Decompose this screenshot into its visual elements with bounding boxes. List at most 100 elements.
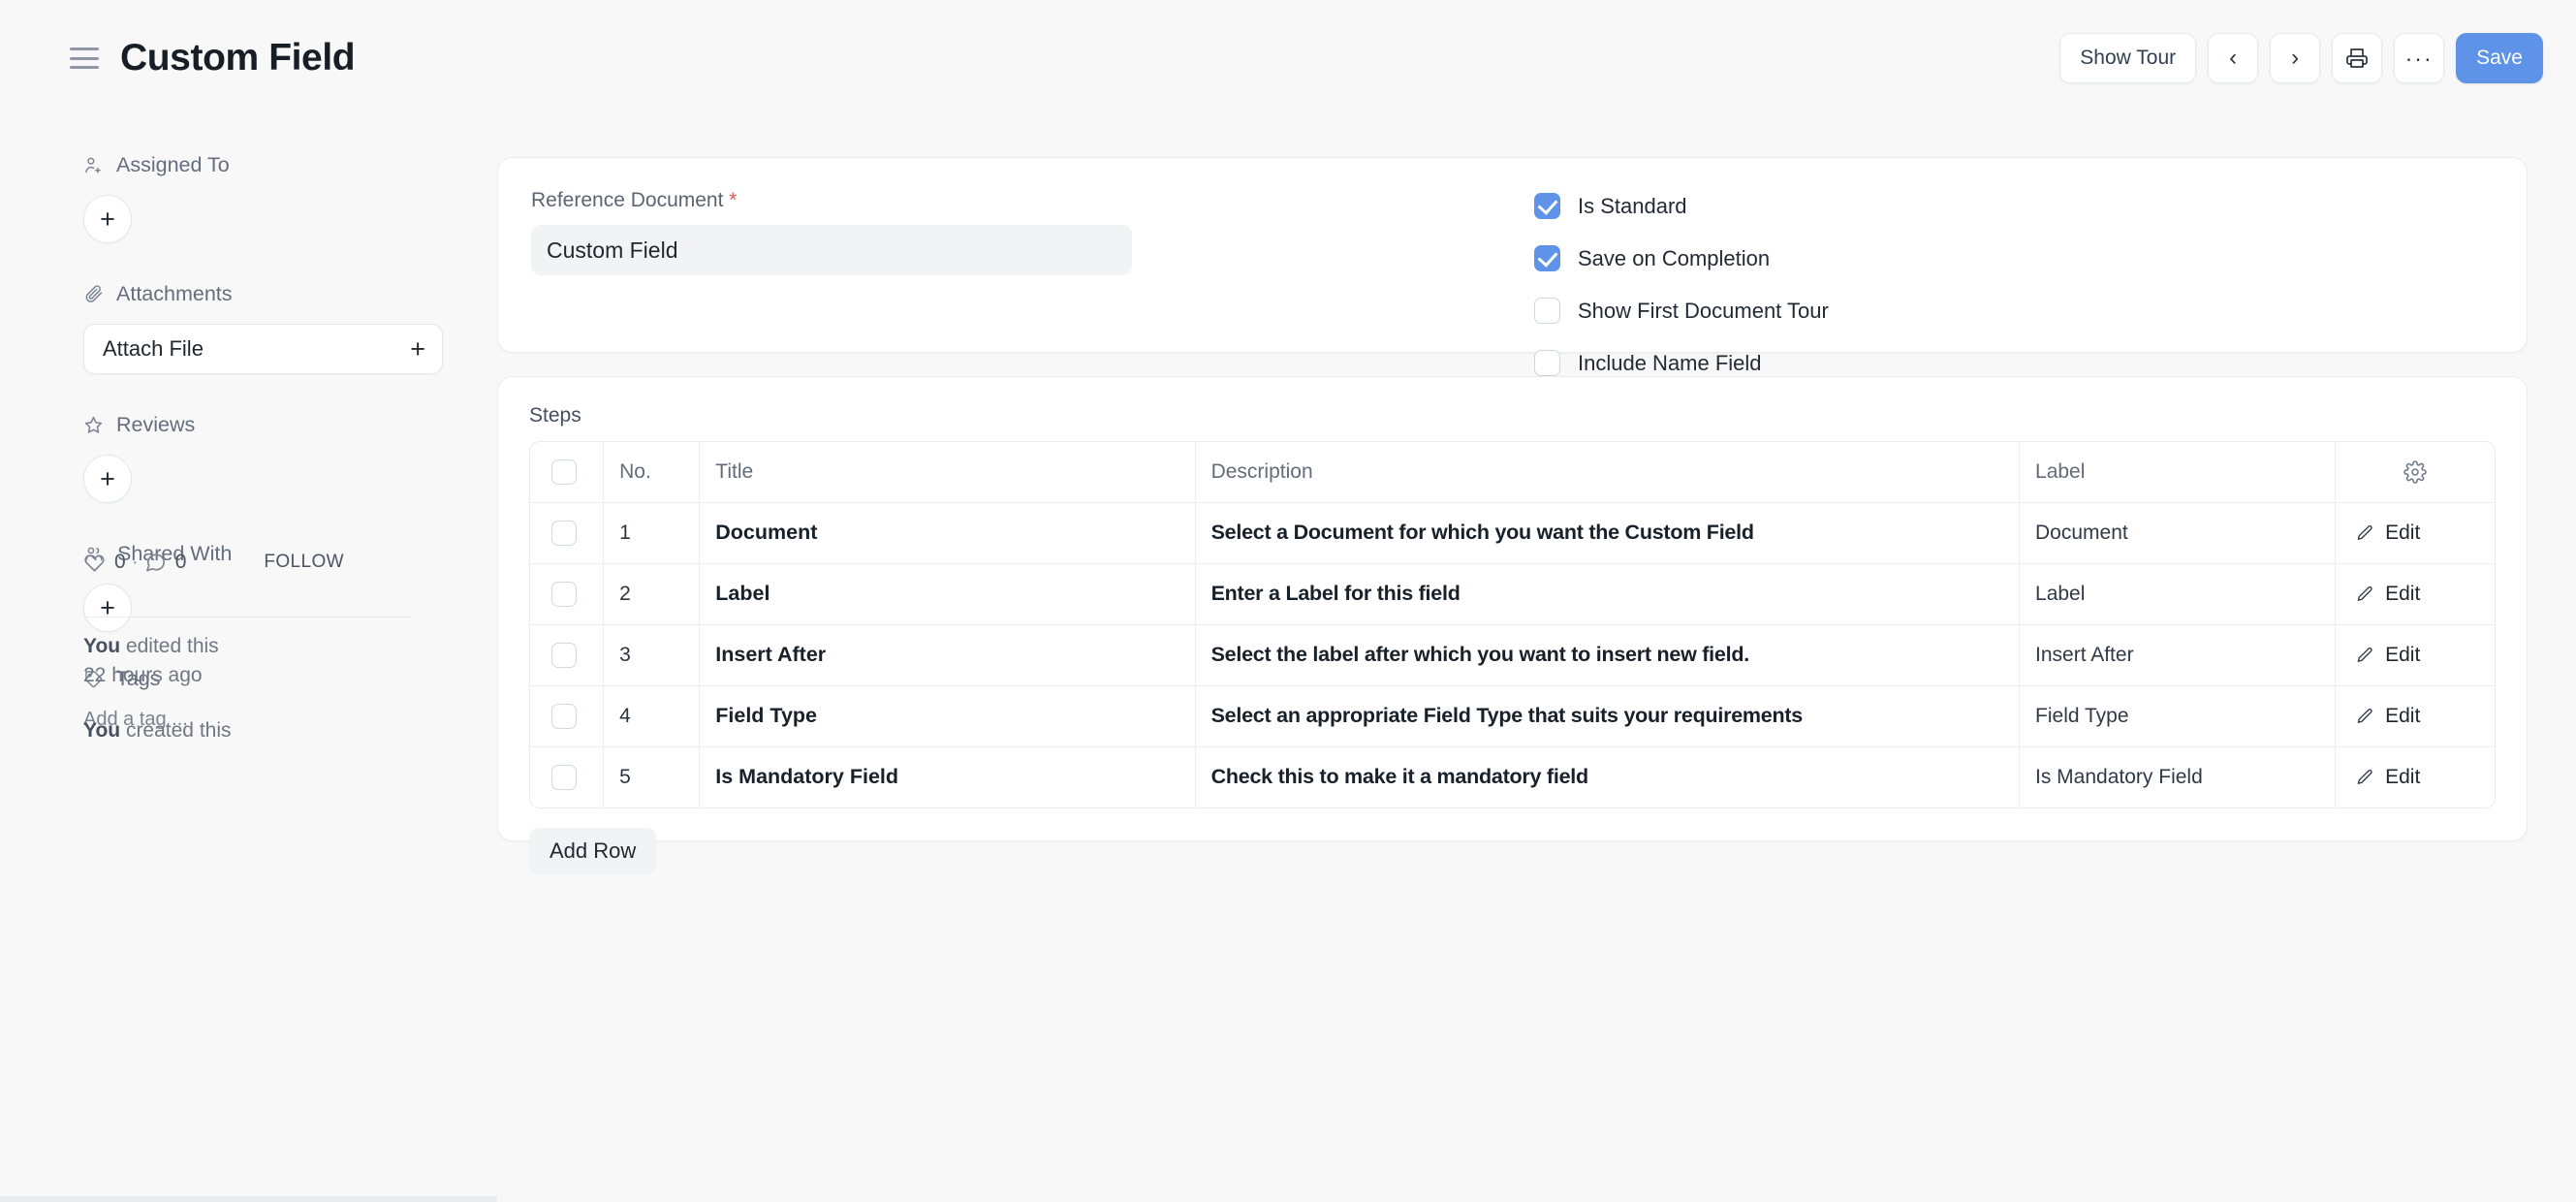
cell-label[interactable]: Insert After — [2020, 624, 2336, 685]
edit-row-button[interactable]: Edit — [2351, 766, 2479, 789]
table-row[interactable]: 5Is Mandatory FieldCheck this to make it… — [530, 746, 2495, 807]
activity-item: You edited this 22 hours ago — [83, 632, 458, 691]
include-name-field-label: Include Name Field — [1578, 351, 1762, 376]
show-first-document-tour-checkbox[interactable] — [1534, 298, 1560, 324]
next-button[interactable]: › — [2270, 33, 2320, 83]
top-bar: Custom Field Show Tour ‹ › ··· Save — [0, 0, 2576, 116]
printer-icon — [2345, 47, 2369, 70]
toolbar: Show Tour ‹ › ··· Save — [2059, 33, 2543, 83]
column-header-title[interactable]: Title — [700, 442, 1195, 502]
attachments-header: Attachments — [83, 282, 443, 306]
row-checkbox[interactable] — [551, 521, 577, 546]
checkbox-row-is-standard[interactable]: Is Standard — [1534, 193, 1829, 219]
table-row[interactable]: 3Insert AfterSelect the label after whic… — [530, 624, 2495, 685]
is-standard-label: Is Standard — [1578, 194, 1687, 219]
sidebar: Assigned To + Attachments Attach File + … — [0, 116, 497, 1202]
is-standard-checkbox[interactable] — [1534, 193, 1560, 219]
edit-label: Edit — [2385, 644, 2420, 667]
like-group[interactable]: 0 — [83, 551, 126, 574]
follow-button[interactable]: FOLLOW — [264, 552, 344, 573]
row-select-cell — [530, 502, 604, 563]
column-header-description[interactable]: Description — [1195, 442, 2019, 502]
star-icon — [83, 415, 104, 435]
assigned-to-section: Assigned To + — [83, 153, 443, 243]
activity-actor: You — [83, 719, 120, 742]
table-row[interactable]: 1DocumentSelect a Document for which you… — [530, 502, 2495, 563]
edit-row-button[interactable]: Edit — [2351, 644, 2479, 667]
cell-label[interactable]: Document — [2020, 502, 2336, 563]
edit-row-button[interactable]: Edit — [2351, 583, 2479, 606]
activity-action: created this — [120, 719, 231, 742]
hamburger-icon[interactable] — [70, 47, 99, 69]
previous-button[interactable]: ‹ — [2208, 33, 2258, 83]
cell-title[interactable]: Insert After — [700, 624, 1195, 685]
table-row[interactable]: 4Field TypeSelect an appropriate Field T… — [530, 685, 2495, 746]
row-checkbox[interactable] — [551, 582, 577, 607]
pencil-icon — [2355, 585, 2374, 604]
edit-label: Edit — [2385, 583, 2420, 606]
activity-item: You created this — [83, 716, 458, 745]
cell-description[interactable]: Select a Document for which you want the… — [1195, 502, 2019, 563]
heart-icon — [83, 552, 106, 574]
attach-file-label: Attach File — [103, 336, 204, 362]
cell-label[interactable]: Field Type — [2020, 685, 2336, 746]
like-count: 0 — [114, 551, 126, 574]
chevron-right-icon: › — [2291, 47, 2299, 70]
cell-no[interactable]: 1 — [604, 502, 700, 563]
column-header-no[interactable]: No. — [604, 442, 700, 502]
save-on-completion-checkbox[interactable] — [1534, 245, 1560, 271]
row-checkbox[interactable] — [551, 643, 577, 668]
edit-row-button[interactable]: Edit — [2351, 522, 2479, 545]
edit-row-button[interactable]: Edit — [2351, 705, 2479, 728]
cell-description[interactable]: Enter a Label for this field — [1195, 563, 2019, 624]
row-checkbox[interactable] — [551, 704, 577, 729]
add-row-button[interactable]: Add Row — [529, 828, 656, 874]
pencil-icon — [2355, 707, 2374, 726]
sidebar-scroll-indicator[interactable] — [0, 1196, 497, 1202]
cell-label[interactable]: Label — [2020, 563, 2336, 624]
comment-group[interactable]: 0 — [144, 551, 187, 574]
cell-description[interactable]: Check this to make it a mandatory field — [1195, 746, 2019, 807]
row-select-cell — [530, 746, 604, 807]
include-name-field-checkbox[interactable] — [1534, 350, 1560, 376]
cell-label[interactable]: Is Mandatory Field — [2020, 746, 2336, 807]
show-tour-button[interactable]: Show Tour — [2059, 33, 2196, 83]
cell-actions: Edit — [2336, 746, 2495, 807]
cell-title[interactable]: Document — [700, 502, 1195, 563]
attach-file-button[interactable]: Attach File + — [83, 324, 443, 374]
reviews-add-button[interactable]: + — [83, 455, 132, 503]
grid-settings-header — [2336, 442, 2495, 502]
edit-label: Edit — [2385, 766, 2420, 789]
attachments-label: Attachments — [116, 282, 233, 306]
cell-no[interactable]: 3 — [604, 624, 700, 685]
select-all-checkbox[interactable] — [551, 459, 577, 485]
cell-description[interactable]: Select an appropriate Field Type that su… — [1195, 685, 2019, 746]
gear-icon[interactable] — [2403, 460, 2427, 484]
cell-no[interactable]: 5 — [604, 746, 700, 807]
cell-title[interactable]: Field Type — [700, 685, 1195, 746]
cell-description[interactable]: Select the label after which you want to… — [1195, 624, 2019, 685]
table-row[interactable]: 2LabelEnter a Label for this fieldLabelE… — [530, 563, 2495, 624]
cell-actions: Edit — [2336, 502, 2495, 563]
row-checkbox[interactable] — [551, 765, 577, 790]
print-button[interactable] — [2332, 33, 2382, 83]
cell-no[interactable]: 2 — [604, 563, 700, 624]
steps-table: No. Title Description Label — [530, 442, 2495, 807]
cell-no[interactable]: 4 — [604, 685, 700, 746]
checkbox-row-include-name-field[interactable]: Include Name Field — [1534, 350, 1829, 376]
row-select-cell — [530, 685, 604, 746]
cell-title[interactable]: Label — [700, 563, 1195, 624]
column-header-label[interactable]: Label — [2020, 442, 2336, 502]
activity-time: 22 hours ago — [83, 664, 203, 686]
cell-title[interactable]: Is Mandatory Field — [700, 746, 1195, 807]
plus-icon: + — [410, 336, 425, 363]
assigned-to-add-button[interactable]: + — [83, 195, 132, 243]
page-title: Custom Field — [120, 37, 355, 79]
user-add-icon — [83, 155, 104, 175]
reference-document-input[interactable]: Custom Field — [531, 225, 1132, 275]
more-options-button[interactable]: ··· — [2394, 33, 2444, 83]
checkbox-row-save-on-completion[interactable]: Save on Completion — [1534, 245, 1829, 271]
checkbox-row-show-first-document-tour[interactable]: Show First Document Tour — [1534, 298, 1829, 324]
save-button[interactable]: Save — [2456, 33, 2543, 83]
save-on-completion-label: Save on Completion — [1578, 246, 1770, 271]
